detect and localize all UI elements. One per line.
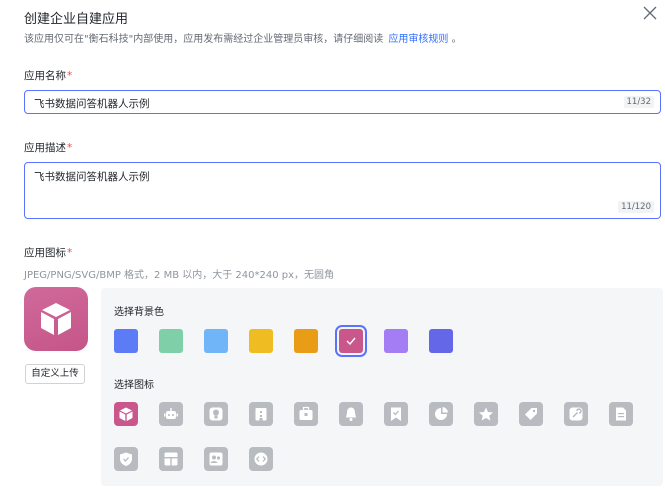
layout-icon bbox=[164, 452, 178, 466]
app-desc-counter: 11/120 bbox=[618, 201, 654, 213]
app-desc-textarea[interactable]: 飞书数据问答机器人示例 11/120 bbox=[24, 162, 661, 219]
icon-option-tag[interactable] bbox=[519, 402, 543, 426]
icon-option-document[interactable] bbox=[609, 402, 633, 426]
app-name-value: 飞书数据问答机器人示例 bbox=[34, 98, 150, 110]
icon-option-cube[interactable] bbox=[114, 402, 138, 426]
app-desc-value: 飞书数据问答机器人示例 bbox=[34, 171, 150, 183]
color-swatch[interactable] bbox=[294, 329, 318, 353]
color-swatch[interactable] bbox=[204, 329, 228, 353]
icon-option-star[interactable] bbox=[474, 402, 498, 426]
color-swatch[interactable] bbox=[429, 329, 453, 353]
app-name-input[interactable]: 飞书数据问答机器人示例 11/32 bbox=[24, 90, 661, 114]
icon-option-bell[interactable] bbox=[339, 402, 363, 426]
icon-option-bookmark-check[interactable] bbox=[384, 402, 408, 426]
icon-option-toolbox[interactable] bbox=[294, 402, 318, 426]
app-name-counter: 11/32 bbox=[623, 96, 654, 108]
icon-option-robot[interactable] bbox=[159, 402, 183, 426]
close-icon[interactable] bbox=[641, 4, 659, 22]
app-icon-label: 应用图标* bbox=[24, 247, 73, 259]
shield-check-icon bbox=[120, 452, 132, 466]
cube-icon bbox=[41, 303, 71, 335]
cube-icon bbox=[119, 407, 133, 421]
icon-option-bulb[interactable] bbox=[204, 402, 228, 426]
bell-icon bbox=[346, 407, 356, 421]
icon-select-title: 选择图标 bbox=[114, 380, 154, 391]
document-icon bbox=[616, 407, 626, 421]
tag-icon bbox=[525, 408, 537, 420]
color-swatch[interactable] bbox=[335, 325, 367, 357]
building-icon bbox=[255, 408, 267, 421]
bookmark-check-icon bbox=[391, 407, 401, 421]
users-icon bbox=[209, 452, 223, 466]
icon-option-layout[interactable] bbox=[159, 447, 183, 471]
toolbox-icon bbox=[299, 406, 313, 420]
code-icon bbox=[254, 452, 268, 466]
robot-icon bbox=[164, 408, 178, 419]
app-name-label: 应用名称* bbox=[24, 70, 73, 82]
dialog-title: 创建企业自建应用 bbox=[24, 12, 129, 27]
icon-format-hint: JPEG/PNG/SVG/BMP 格式，2 MB 以内，大于 240*240 p… bbox=[24, 270, 335, 281]
color-swatch[interactable] bbox=[114, 329, 138, 353]
review-rules-link[interactable]: 应用审核规则 bbox=[388, 34, 448, 45]
bg-color-title: 选择背景色 bbox=[114, 307, 164, 318]
dialog-subtitle: 该应用仅可在"衡石科技"内部使用，应用发布需经过企业管理员审核，请仔细阅读 应用… bbox=[24, 34, 462, 45]
icon-option-wrench[interactable] bbox=[564, 402, 588, 426]
icon-option-pie-chart[interactable] bbox=[429, 402, 453, 426]
icon-option-code[interactable] bbox=[249, 447, 273, 471]
icon-option-users[interactable] bbox=[204, 447, 228, 471]
star-icon bbox=[479, 407, 493, 421]
color-swatch[interactable] bbox=[249, 329, 273, 353]
app-desc-label: 应用描述* bbox=[24, 142, 73, 154]
icon-preview bbox=[24, 287, 88, 351]
wrench-icon bbox=[569, 407, 583, 421]
custom-upload-button[interactable]: 自定义上传 bbox=[25, 364, 85, 384]
icon-option-building[interactable] bbox=[249, 402, 273, 426]
bulb-icon bbox=[209, 407, 223, 421]
icon-option-shield-check[interactable] bbox=[114, 447, 138, 471]
check-icon bbox=[346, 337, 356, 346]
pie-chart-icon bbox=[435, 407, 448, 420]
color-swatch[interactable] bbox=[159, 329, 183, 353]
color-swatch[interactable] bbox=[384, 329, 408, 353]
icon-picker-panel: 选择背景色 选择图标 bbox=[101, 288, 663, 486]
